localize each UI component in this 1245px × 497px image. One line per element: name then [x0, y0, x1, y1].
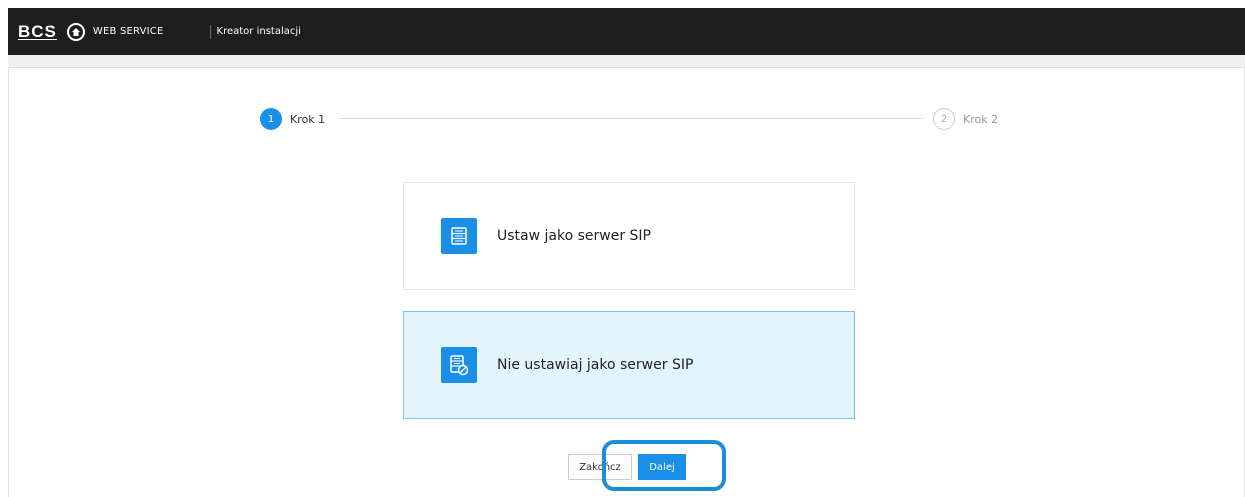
server-disabled-glyph — [450, 355, 469, 376]
brand-logo: BCS — [18, 21, 57, 41]
server-glyph — [451, 227, 467, 245]
service-name: WEB SERVICE — [92, 26, 164, 37]
step-1: 1 Krok 1 — [260, 108, 325, 130]
server-icon — [441, 218, 477, 254]
option-no-sip-label: Nie ustawiaj jako serwer SIP — [497, 357, 694, 373]
option-set-sip-label: Ustaw jako serwer SIP — [497, 228, 651, 244]
header-divider — [209, 24, 211, 39]
option-set-sip-server[interactable]: Ustaw jako serwer SIP — [403, 182, 855, 290]
server-disabled-icon — [441, 347, 477, 383]
option-no-sip-server[interactable]: Nie ustawiaj jako serwer SIP — [403, 311, 855, 419]
top-bar: BCS WEB SERVICE Kreator instalacji — [8, 8, 1245, 55]
step-2: 2 Krok 2 — [933, 108, 998, 130]
finish-button[interactable]: Zakończ — [568, 454, 632, 480]
step-connector — [338, 118, 924, 119]
next-button[interactable]: Dalej — [638, 454, 686, 480]
page-title: Kreator instalacji — [216, 26, 301, 37]
step-1-number: 1 — [260, 108, 282, 130]
content-gutter — [8, 55, 1245, 67]
step-1-label: Krok 1 — [290, 112, 326, 126]
step-2-number: 2 — [933, 108, 955, 130]
home-glyph — [71, 27, 80, 36]
step-2-label: Krok 2 — [963, 112, 999, 126]
home-icon[interactable] — [66, 22, 85, 41]
